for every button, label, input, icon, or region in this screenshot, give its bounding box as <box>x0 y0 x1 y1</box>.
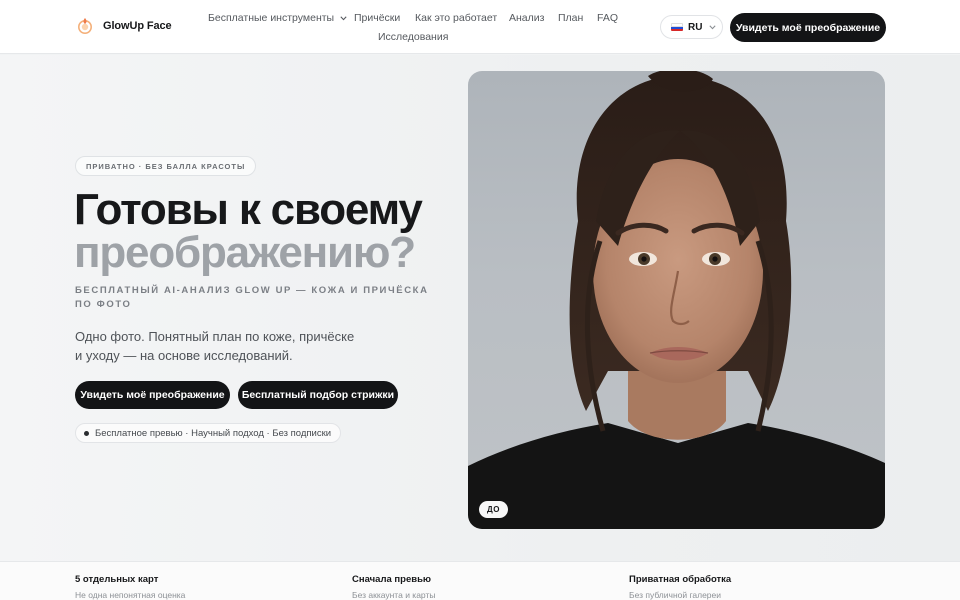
brand[interactable]: GlowUp Face <box>76 16 172 36</box>
nav-how-it-works[interactable]: Как это работает <box>415 12 497 24</box>
hero-title-line2: преображению? <box>74 228 416 277</box>
benefit-subtitle: Не одна непонятная оценка <box>75 590 186 600</box>
free-haircut-match-button[interactable]: Бесплатный подбор стрижки <box>238 381 398 409</box>
benefit-item: 5 отдельных карт Не одна непонятная оцен… <box>75 574 185 600</box>
bullet-dot-icon <box>84 430 89 436</box>
nav-research[interactable]: Исследования <box>378 31 448 43</box>
features-text: Бесплатное превью · Научный подход · Без… <box>95 427 332 439</box>
nav-analysis[interactable]: Анализ <box>509 12 544 24</box>
benefit-subtitle: Без публичной галереи <box>629 590 722 600</box>
benefit-title: Приватная обработка <box>629 574 732 585</box>
nav-hairstyles[interactable]: Причёски <box>354 12 400 24</box>
features-pill: Бесплатное превью · Научный подход · Без… <box>75 423 342 443</box>
glowup-logo-icon <box>78 18 92 34</box>
benefit-subtitle: Без аккаунта и карты <box>352 590 436 600</box>
benefit-title: 5 отдельных карт <box>75 574 159 585</box>
benefit-title: Сначала превью <box>352 574 432 585</box>
language-code: RU <box>688 21 703 33</box>
benefit-item: Приватная обработка Без публичной галере… <box>629 574 731 600</box>
hero-description: Одно фото. Понятный план по коже, причёс… <box>75 329 355 363</box>
before-photo <box>468 71 885 529</box>
hero-subtitle: Бесплатный AI-анализ Glow Up — кожа и пр… <box>75 285 429 310</box>
site-header: GlowUp Face Бесплатные инструменты Причё… <box>0 0 960 54</box>
nav-plan[interactable]: План <box>558 12 583 24</box>
russia-flag-icon <box>671 23 683 31</box>
chevron-down-icon <box>709 24 717 29</box>
nav-free-tools[interactable]: Бесплатные инструменты <box>208 12 347 24</box>
header-cta-button[interactable]: Увидеть моё преображение <box>730 13 886 42</box>
portrait-illustration <box>468 71 885 529</box>
nav-faq[interactable]: FAQ <box>597 12 618 24</box>
chevron-down-icon <box>340 16 347 21</box>
before-label: ДО <box>479 501 509 518</box>
privacy-badge: ПРИВАТНО · БЕЗ БАЛЛА КРАСОТЫ <box>75 156 257 176</box>
benefits-strip: 5 отдельных карт Не одна непонятная оцен… <box>0 561 960 600</box>
benefit-item: Сначала превью Без аккаунта и карты <box>352 574 435 600</box>
brand-name: GlowUp Face <box>103 20 172 32</box>
nav-free-tools-label: Бесплатные инструменты <box>208 12 335 24</box>
hero-title-line1: Готовы к своему <box>74 185 423 234</box>
see-transformation-button[interactable]: Увидеть моё преображение <box>75 381 230 409</box>
language-selector[interactable]: RU <box>660 15 723 39</box>
